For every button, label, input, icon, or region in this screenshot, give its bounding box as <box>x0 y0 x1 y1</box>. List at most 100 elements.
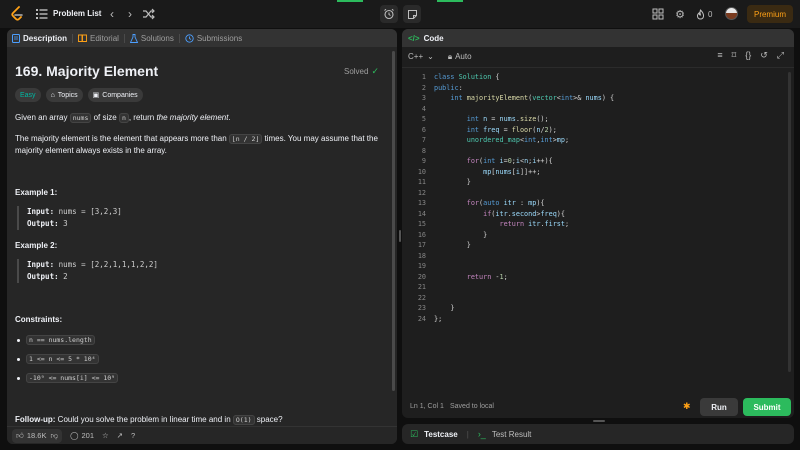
briefcase-icon: ▣ <box>92 92 100 99</box>
streak-counter[interactable]: 0 <box>696 8 712 20</box>
fullscreen-icon[interactable]: ⤢ <box>777 50 784 61</box>
line-number: 22 <box>417 293 426 302</box>
followup-paragraph: Follow-up: Could you solve the problem i… <box>15 414 385 426</box>
line-number: 24 <box>417 314 426 323</box>
companies-button[interactable]: ▣ Companies <box>87 88 143 102</box>
problem-list-link[interactable]: Problem List <box>53 9 101 18</box>
next-problem-chevron-right-icon[interactable]: › <box>124 7 136 21</box>
reset-icon[interactable]: ↺ <box>760 50 768 61</box>
output-label: Output: <box>27 272 59 281</box>
code-panel-header: </> Code <box>402 29 794 47</box>
line-number: 13 <box>417 199 426 207</box>
braces-icon[interactable]: {} <box>745 50 751 61</box>
like-dislike-group: 👍︎ 18.6K 👎︎ <box>12 428 63 443</box>
code-line: return itr.first; <box>499 220 570 228</box>
output-value: 3 <box>58 219 68 228</box>
premium-button[interactable]: Premium <box>747 5 793 23</box>
prev-problem-chevron-left-icon[interactable]: ‹ <box>106 7 118 21</box>
thumbs-down-icon[interactable]: 👎︎ <box>50 431 58 441</box>
text: of size <box>91 113 119 122</box>
code-line: for(auto itr : mp){ <box>466 199 545 207</box>
comment-icon: ◯ <box>70 431 79 440</box>
code-line: } <box>434 230 488 239</box>
example-1-title: Example 1: <box>15 188 58 197</box>
line-number: 1 <box>421 73 426 81</box>
language-select[interactable]: C++ ⌄ <box>408 52 434 61</box>
tab-solutions[interactable]: Solutions <box>125 29 179 47</box>
scrollbar[interactable] <box>392 51 395 391</box>
auto-mode[interactable]: 🔒︎ Auto <box>448 52 472 62</box>
companies-label: Companies <box>102 91 138 99</box>
line-number: 17 <box>417 241 426 249</box>
submit-button[interactable]: Submit <box>743 398 791 416</box>
line-number: 2 <box>421 83 426 92</box>
share-icon[interactable]: ↗ <box>117 431 123 440</box>
shuffle-icon[interactable] <box>142 7 156 21</box>
bullet-dot <box>17 338 20 342</box>
notes-button[interactable] <box>403 5 421 23</box>
panel-resize-handle[interactable] <box>593 420 605 422</box>
tab-testcase[interactable]: Testcase <box>424 430 458 439</box>
terminal-icon: ›_ <box>477 429 486 439</box>
panel-resize-handle[interactable] <box>399 230 401 242</box>
debug-bug-icon[interactable]: ✱ <box>683 401 691 412</box>
settings-gear-icon[interactable]: ⚙ <box>674 8 686 21</box>
format-lines-icon[interactable]: ≡ <box>717 50 722 61</box>
grid-icon[interactable] <box>652 8 664 20</box>
code-line: public: <box>434 83 463 92</box>
run-button[interactable]: Run <box>700 398 738 416</box>
line-number: 5 <box>421 115 426 123</box>
line-number: 3 <box>421 94 426 102</box>
code-line: class Solution { <box>434 73 500 81</box>
line-number: 19 <box>417 262 426 270</box>
description-paragraph-2: The majority element is the element that… <box>15 133 385 157</box>
input-value: nums = [2,2,1,1,1,2,2] <box>54 260 158 269</box>
text: Given an array <box>15 113 70 122</box>
chevron-down-icon: ⌄ <box>427 52 434 61</box>
tab-submissions-label: Submissions <box>196 33 243 43</box>
thumbs-up-icon: 👍︎ <box>16 430 24 440</box>
topics-button[interactable]: ⌂ Topics <box>45 88 83 102</box>
line-number: 12 <box>417 188 426 197</box>
user-avatar[interactable] <box>725 7 738 20</box>
editor-scrollbar[interactable] <box>788 72 791 372</box>
leetcode-logo-icon[interactable] <box>10 6 24 22</box>
code-line: int n = nums.size(); <box>466 115 549 123</box>
checkbox-square-icon: ☑ <box>410 428 419 439</box>
problem-tags: Easy ⌂ Topics ▣ Companies <box>15 88 143 102</box>
tab-description[interactable]: Description <box>7 29 72 47</box>
input-value: nums = [3,2,3] <box>54 207 122 216</box>
solved-label: Solved <box>343 67 369 76</box>
description-panel: Description Editorial Solutions Submissi… <box>7 29 397 444</box>
language-value: C++ <box>408 52 424 61</box>
streak-count: 0 <box>708 9 713 19</box>
output-label: Output: <box>27 219 59 228</box>
top-navbar: Problem List ‹ › ⚙ 0 Premium <box>0 0 800 28</box>
timer-button[interactable] <box>380 5 398 23</box>
inline-code: nums <box>69 113 92 123</box>
line-number: 4 <box>421 104 426 113</box>
code-line: return -1; <box>466 272 508 281</box>
like-button[interactable]: 👍︎ 18.6K <box>16 431 46 441</box>
tab-editorial[interactable]: Editorial <box>73 29 124 47</box>
code-panel-title: Code <box>423 33 444 43</box>
tab-description-label: Description <box>23 33 68 43</box>
code-line: for(int i=0;i<n;i++){ <box>466 157 553 165</box>
description-doc-icon <box>12 33 20 43</box>
tab-submissions[interactable]: Submissions <box>180 29 247 47</box>
constraint-code: n == nums.length <box>26 335 95 345</box>
tab-editorial-label: Editorial <box>90 33 119 43</box>
code-line: if(itr.second>freq){ <box>483 209 565 218</box>
cursor-position: Ln 1, Col 1 <box>410 403 444 410</box>
help-icon[interactable]: ? <box>131 431 135 440</box>
code-line: unordered_map<int,int>mp; <box>466 136 570 144</box>
book-icon <box>78 34 87 42</box>
line-number: 11 <box>417 178 426 186</box>
line-number: 7 <box>421 136 426 144</box>
code-editor[interactable]: 1 class Solution { 2 public: 3 int majorit… <box>402 67 794 397</box>
favorite-star-icon[interactable]: ☆ <box>102 431 109 440</box>
problem-list-icon[interactable] <box>36 8 48 20</box>
comments-button[interactable]: ◯ 201 <box>70 431 94 440</box>
tab-test-result[interactable]: Test Result <box>492 430 532 439</box>
bookmark-icon[interactable]: ⌑ <box>732 50 737 61</box>
